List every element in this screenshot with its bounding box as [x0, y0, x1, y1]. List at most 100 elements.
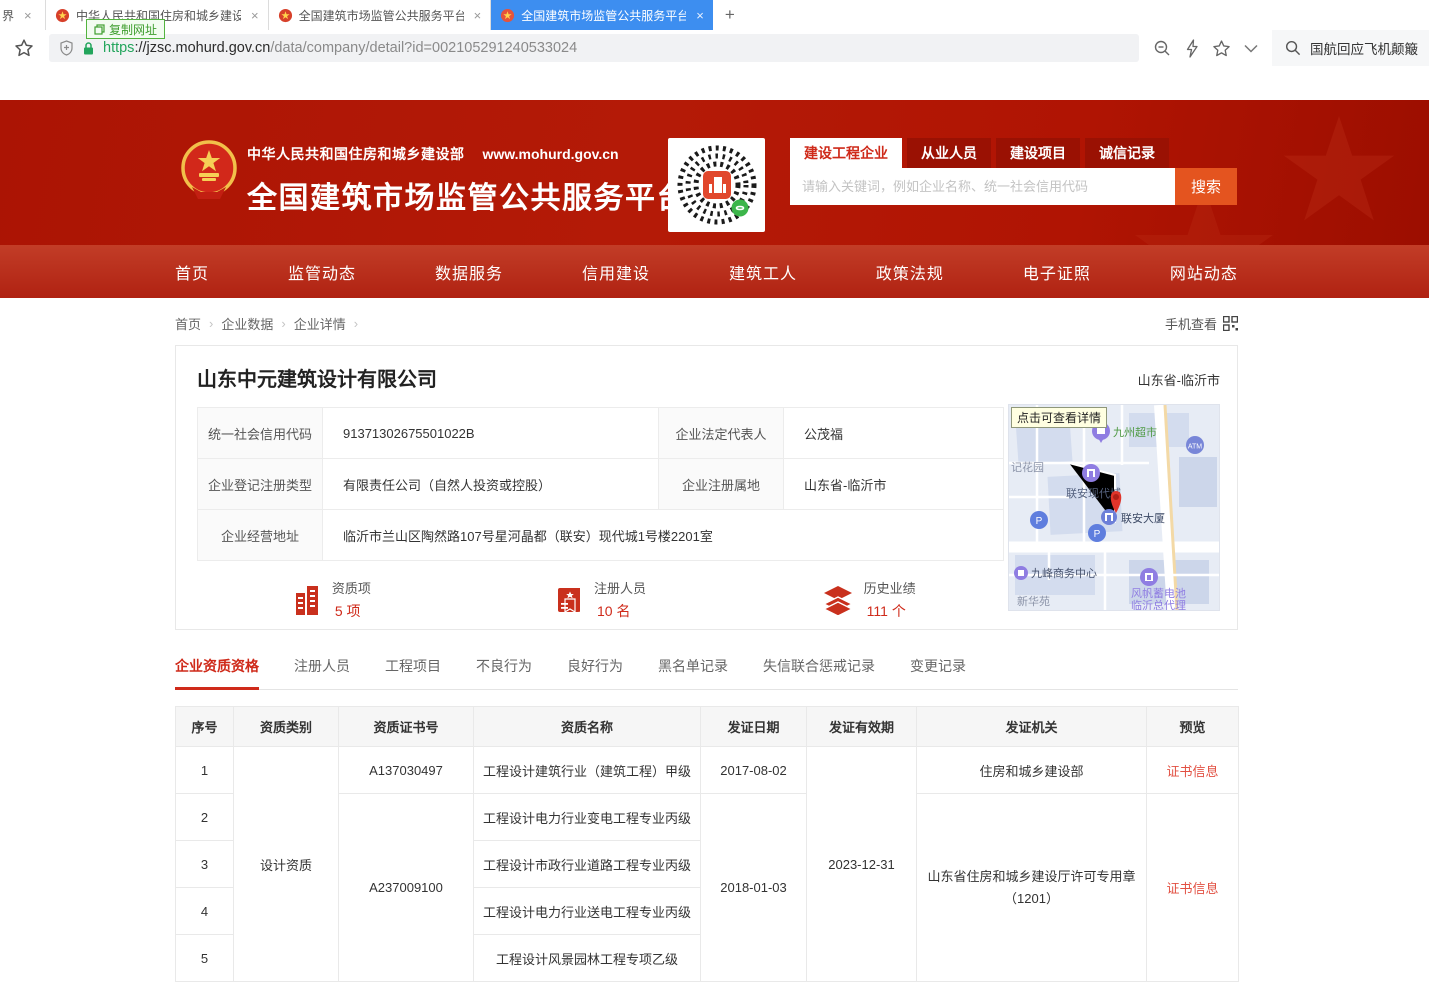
browser-tab-2[interactable]: 全国建筑市场监管公共服务平台 × [269, 0, 492, 30]
url-host: ://jzsc.mohurd.gov.cn [134, 40, 270, 56]
browser-tab-bar: 界 × 中华人民共和国住房和城乡建设 × 全国建筑市场监管公共服务平台 × 全国… [0, 0, 1429, 30]
tab-bad-behavior[interactable]: 不良行为 [476, 656, 532, 690]
col-header-authority: 发证机关 [917, 707, 1147, 747]
table-header-row: 序号 资质类别 资质证书号 资质名称 发证日期 发证有效期 发证机关 预览 [176, 707, 1239, 747]
cell-valid-until: 2023-12-31 [807, 747, 917, 982]
reg-type-value: 有限责任公司（自然人投资或控股） [323, 459, 659, 510]
nav-item-home[interactable]: 首页 [175, 260, 209, 284]
page-content: 首页› 企业数据› 企业详情› 手机查看 山东中元建筑设计有限公司 山东省-临沂… [175, 298, 1238, 982]
certificate-info-link[interactable]: 证书信息 [1166, 881, 1218, 896]
col-header-category: 资质类别 [234, 707, 339, 747]
url-bar[interactable]: https://jzsc.mohurd.gov.cn/data/company/… [49, 34, 1139, 62]
cell-preview: 证书信息 [1147, 794, 1239, 982]
tab-title: 界 [2, 7, 14, 24]
cell-name: 工程设计风景园林工程专项乙级 [474, 935, 701, 982]
tab-projects[interactable]: 工程项目 [385, 656, 441, 690]
toolbar-icons [1153, 39, 1258, 58]
cell-no: 5 [176, 935, 234, 982]
favorite-star-icon[interactable] [1212, 39, 1231, 58]
new-tab-button[interactable]: + [713, 0, 747, 30]
national-emblem-icon [180, 140, 238, 200]
cell-preview: 证书信息 [1147, 747, 1239, 794]
cell-name: 工程设计电力行业变电工程专业丙级 [474, 794, 701, 841]
search-tab-personnel[interactable]: 从业人员 [907, 138, 991, 168]
close-icon[interactable]: × [696, 8, 704, 23]
reg-type-label: 企业登记注册类型 [198, 459, 323, 510]
company-stats: 资质项 5 项 注册人员 10 名 历史业绩 111 个 [197, 578, 1003, 621]
tab-registered-personnel[interactable]: 注册人员 [294, 656, 350, 690]
stat-registered-personnel[interactable]: 注册人员 10 名 [466, 578, 735, 621]
map-poi-xinhua: 新华苑 [1017, 594, 1050, 608]
breadcrumb-home[interactable]: 首页 [175, 314, 201, 333]
tab-qualifications[interactable]: 企业资质资格 [175, 656, 259, 690]
building-icon [292, 584, 322, 616]
flash-save-icon[interactable] [1185, 39, 1199, 58]
ministry-website: www.mohurd.gov.cn [483, 146, 619, 162]
site-header: 中华人民共和国住房和城乡建设部www.mohurd.gov.cn 全国建筑市场监… [0, 100, 1429, 245]
tab-change-records[interactable]: 变更记录 [910, 656, 966, 690]
reg-place-label: 企业注册属地 [659, 459, 784, 510]
copy-url-tooltip: 复制网址 [86, 19, 165, 39]
location-map[interactable]: 点击可查看详情 九州超市 ATM 记花园 联安现代城 [1008, 404, 1220, 611]
main-navigation: 首页 监管动态 数据服务 信用建设 建筑工人 政策法规 电子证照 网站动态 [0, 245, 1429, 298]
nav-item-e-license[interactable]: 电子证照 [1023, 260, 1091, 284]
tab-good-behavior[interactable]: 良好行为 [567, 656, 623, 690]
credit-code-label: 统一社会信用代码 [198, 408, 323, 459]
nav-item-workers[interactable]: 建筑工人 [729, 260, 797, 284]
keyword-search-input[interactable] [790, 168, 1175, 205]
map-poi-lianan-tower: 联安大厦 [1121, 511, 1165, 525]
search-button[interactable]: 搜索 [1175, 168, 1237, 205]
zoom-out-icon[interactable] [1153, 39, 1172, 58]
browser-tab-0[interactable]: 界 × [0, 0, 46, 30]
map-poi-garden: 记花园 [1011, 461, 1044, 474]
company-summary-card: 山东中元建筑设计有限公司 山东省-临沂市 统一社会信用代码 9137130267… [175, 345, 1238, 630]
close-icon[interactable]: × [24, 8, 32, 23]
map-poi-parking2: P [1094, 529, 1101, 540]
breadcrumb-company-data[interactable]: 企业数据 [221, 314, 273, 333]
stat-historical-performance[interactable]: 历史业绩 111 个 [734, 578, 1003, 621]
header-qr-code [668, 138, 765, 232]
search-icon [1285, 40, 1301, 56]
browser-toolbar: https://jzsc.mohurd.gov.cn/data/company/… [0, 30, 1429, 66]
tab-blacklist[interactable]: 黑名单记录 [658, 656, 728, 690]
url-text: https://jzsc.mohurd.gov.cn/data/company/… [103, 40, 577, 56]
tab-dishonesty-records[interactable]: 失信联合惩戒记录 [763, 656, 875, 690]
flag-star-decoration [1279, 110, 1399, 230]
cell-cert-no: A137030497 [339, 747, 474, 794]
browser-search-box[interactable]: 国航回应飞机颠簸 [1272, 30, 1429, 66]
breadcrumb-company-detail[interactable]: 企业详情 [294, 314, 346, 333]
nav-item-credit[interactable]: 信用建设 [582, 260, 650, 284]
browser-tab-active[interactable]: 全国建筑市场监管公共服务平台 × [491, 0, 713, 30]
cell-name: 工程设计市政行业道路工程专业丙级 [474, 841, 701, 888]
stat-qualifications[interactable]: 资质项 5 项 [197, 578, 466, 621]
search-tab-enterprise[interactable]: 建设工程企业 [790, 138, 902, 168]
emblem-favicon-icon [278, 8, 293, 23]
close-icon[interactable]: × [474, 8, 482, 23]
nav-item-data-service[interactable]: 数据服务 [435, 260, 503, 284]
nav-item-site-news[interactable]: 网站动态 [1170, 260, 1238, 284]
map-poi-parking: P [1036, 516, 1043, 527]
legal-rep-value: 公茂福 [784, 408, 1004, 459]
stat-value: 5 项 [332, 601, 371, 621]
bookmark-star-icon[interactable] [14, 38, 34, 58]
col-header-no: 序号 [176, 707, 234, 747]
stat-label: 资质项 [332, 578, 371, 597]
cell-category: 设计资质 [234, 747, 339, 982]
map-poi-supermarket: 九州超市 [1113, 425, 1157, 439]
nav-item-policy[interactable]: 政策法规 [876, 260, 944, 284]
nav-item-supervision[interactable]: 监管动态 [288, 260, 356, 284]
certificate-info-link[interactable]: 证书信息 [1166, 764, 1218, 779]
close-icon[interactable]: × [251, 8, 259, 23]
hot-search-text: 国航回应飞机颠簸 [1310, 38, 1418, 58]
search-tab-credit[interactable]: 诚信记录 [1085, 138, 1169, 168]
stat-value: 111 个 [864, 601, 916, 621]
col-header-issue-date: 发证日期 [701, 707, 807, 747]
cell-issue-date: 2018-01-03 [701, 794, 807, 982]
shield-icon[interactable] [59, 40, 74, 56]
mobile-view-link[interactable]: 手机查看 [1165, 314, 1238, 333]
cell-authority: 山东省住房和城乡建设厅许可专用章（1201） [917, 794, 1147, 982]
cell-issue-date: 2017-08-02 [701, 747, 807, 794]
search-tab-projects[interactable]: 建设项目 [996, 138, 1080, 168]
chevron-down-icon[interactable] [1244, 44, 1258, 53]
cell-no: 4 [176, 888, 234, 935]
